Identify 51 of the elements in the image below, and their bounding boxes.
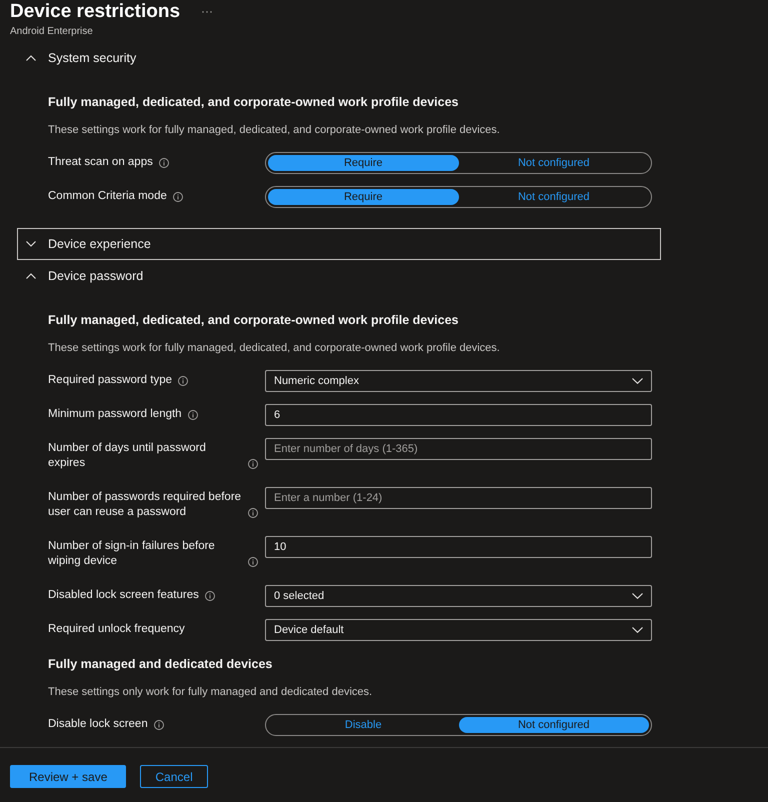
info-icon[interactable] [248, 508, 258, 518]
info-icon[interactable] [158, 158, 169, 168]
setting-label: Number of passwords required before user can reuse a password [48, 490, 242, 520]
setting-label: Number of days until password expires [48, 441, 207, 471]
page-subtitle: Android Enterprise [10, 25, 93, 39]
section-header[interactable]: Device experience [17, 228, 661, 260]
info-icon[interactable] [154, 720, 164, 730]
group-description: These settings work for fully managed, dedicated, and corporate-owned work profile devices. [48, 123, 500, 138]
primary-button[interactable]: Review + save [10, 765, 126, 788]
setting-label: Required password type [48, 373, 172, 388]
info-icon[interactable] [178, 376, 188, 386]
page-title: Device restrictions [10, 0, 180, 24]
text-field[interactable]: 6 [265, 404, 652, 426]
setting-label: Common Criteria mode [48, 189, 167, 204]
dropdown[interactable]: 0 selected [265, 585, 652, 607]
toggle-option[interactable]: Not configured [458, 155, 649, 171]
section-header[interactable]: Device password [17, 260, 661, 292]
chevron-down-icon [632, 627, 643, 633]
segmented-control[interactable]: Disable Not configured [265, 714, 652, 736]
toggle-option[interactable]: Not configured [458, 189, 649, 205]
setting-label: Threat scan on apps [48, 155, 153, 170]
section-header[interactable]: System security [17, 42, 661, 74]
dropdown[interactable]: Device default [265, 619, 652, 641]
group-heading: Fully managed, dedicated, and corporate-owned work profile devices [48, 94, 459, 111]
group-heading: Fully managed, dedicated, and corporate-owned work profile devices [48, 312, 459, 329]
info-icon[interactable] [172, 192, 183, 202]
segmented-control[interactable]: Require Not configured [265, 152, 652, 174]
info-icon[interactable] [248, 556, 258, 566]
text-field[interactable]: 10 [265, 536, 652, 558]
info-icon[interactable] [204, 590, 215, 600]
toggle-option[interactable]: Disable [268, 717, 458, 733]
group-heading: Fully managed and dedicated devices [48, 656, 272, 673]
setting-label: Disable lock screen [48, 717, 148, 732]
group-description: These settings work for fully managed, dedicated, and corporate-owned work profile devices. [48, 341, 500, 356]
group-description: These settings only work for fully managed and dedicated devices. [48, 685, 372, 700]
text-field[interactable]: Enter number of days (1-365) [265, 438, 652, 460]
secondary-button[interactable]: Cancel [140, 765, 208, 788]
toggle-option[interactable]: Not configured [458, 717, 649, 733]
dropdown[interactable]: Numeric complex [265, 370, 652, 392]
info-icon[interactable] [248, 458, 258, 468]
setting-label: Number of sign-in failures before wiping device [48, 539, 216, 569]
chevron-down-icon [632, 378, 643, 384]
chevron-down-icon [632, 593, 643, 599]
info-icon[interactable] [188, 410, 198, 420]
toggle-option[interactable]: Require [268, 155, 458, 171]
text-field[interactable]: Enter a number (1-24) [265, 487, 652, 509]
setting-label: Required unlock frequency [48, 622, 185, 637]
setting-label: Disabled lock screen features [48, 588, 199, 603]
segmented-control[interactable]: Require Not configured [265, 186, 652, 208]
toggle-option[interactable]: Require [268, 189, 458, 205]
setting-label: Minimum password length [48, 407, 182, 422]
